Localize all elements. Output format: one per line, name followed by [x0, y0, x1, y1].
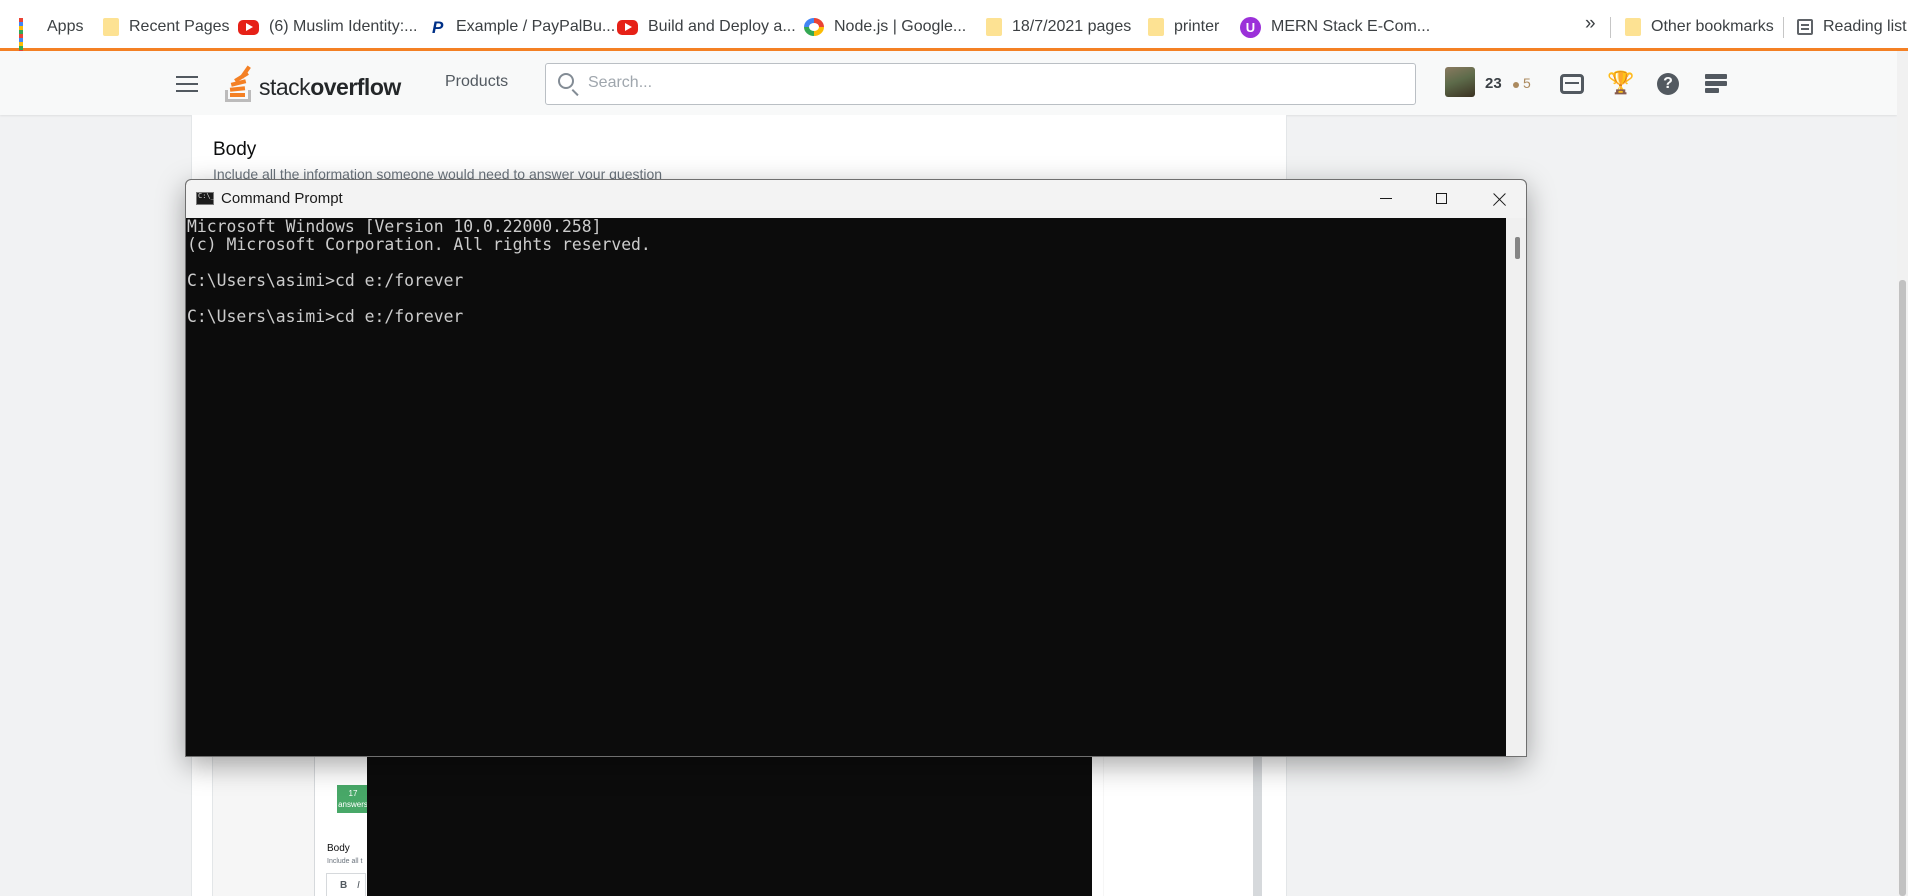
- console-line: C:\Users\asimi>cd e:/forever: [187, 271, 464, 290]
- user-avatar[interactable]: [1445, 67, 1475, 97]
- cmd-titlebar[interactable]: Command Prompt: [186, 180, 1526, 218]
- embedded-body-desc: Include all t: [327, 858, 363, 865]
- youtube-icon: [617, 19, 638, 35]
- apps-grid-icon: [19, 18, 37, 54]
- bookmark-recent-pages[interactable]: Recent Pages: [103, 15, 230, 39]
- bookmark-label: Example / PayPalBu...: [456, 18, 616, 35]
- bronze-badge-icon: [1513, 82, 1519, 88]
- bookmark-label: Apps: [47, 18, 84, 35]
- cmd-console-output[interactable]: Microsoft Windows [Version 10.0.22000.25…: [186, 217, 1506, 756]
- bookmark-mern-stack[interactable]: U MERN Stack E-Com...: [1240, 15, 1430, 39]
- bookmark-nodejs-google[interactable]: Node.js | Google...: [804, 15, 966, 39]
- cmd-app-icon[interactable]: [196, 192, 215, 205]
- stackoverflow-logo[interactable]: stackoverflow: [224, 62, 401, 102]
- search-input[interactable]: [586, 73, 1390, 93]
- minimize-icon: [1380, 198, 1392, 199]
- bookmark-build-deploy[interactable]: Build and Deploy a...: [617, 15, 796, 39]
- embedded-console-image: [367, 756, 1092, 896]
- bookmark-label: printer: [1174, 18, 1220, 35]
- bookmark-label: Recent Pages: [129, 18, 230, 35]
- bookmark-label: Node.js | Google...: [834, 18, 967, 35]
- logo-wordmark: stackoverflow: [259, 72, 401, 102]
- help-icon[interactable]: ?: [1657, 73, 1679, 95]
- bookmark-label: MERN Stack E-Com...: [1271, 18, 1431, 35]
- cmd-window-title: Command Prompt: [221, 190, 343, 207]
- site-header: stackoverflow Products 23 5 🏆 ?: [0, 51, 1897, 115]
- bookmarks-bar: Apps Recent Pages (6) Muslim Identity:..…: [0, 0, 1908, 54]
- bookmark-label: Build and Deploy a...: [648, 18, 796, 35]
- embedded-answers-label: answers: [338, 800, 368, 809]
- embedded-scrollbar: [1253, 756, 1262, 896]
- udemy-icon: U: [1240, 16, 1261, 38]
- close-button[interactable]: [1471, 180, 1526, 218]
- bookmark-muslim-identity[interactable]: (6) Muslim Identity:...: [238, 15, 417, 39]
- products-nav-link[interactable]: Products: [445, 73, 508, 91]
- body-section-title: Body: [213, 139, 257, 160]
- bookmark-label: (6) Muslim Identity:...: [269, 18, 418, 35]
- embedded-italic-icon: I: [357, 880, 360, 891]
- hamburger-menu-icon[interactable]: [176, 76, 198, 92]
- bookmark-apps[interactable]: Apps: [19, 15, 84, 54]
- more-bookmarks-button[interactable]: »: [1585, 13, 1596, 35]
- bookmark-divider: [1783, 17, 1784, 38]
- reputation-score: 23: [1485, 75, 1502, 92]
- bookmark-other-bookmarks[interactable]: Other bookmarks: [1625, 15, 1774, 39]
- bookmark-paypal[interactable]: P Example / PayPalBu...: [432, 15, 615, 39]
- bronze-badge-count: 5: [1523, 75, 1531, 91]
- embedded-editor-toolbar: B I: [326, 873, 366, 896]
- paypal-icon: P: [432, 17, 444, 37]
- stackoverflow-logo-icon: [224, 64, 256, 102]
- folder-icon: [103, 18, 119, 36]
- search-icon: [558, 73, 574, 89]
- reading-list-icon: [1797, 19, 1813, 35]
- youtube-icon: [238, 19, 259, 35]
- folder-icon: [986, 18, 1002, 36]
- bookmark-label: 18/7/2021 pages: [1012, 18, 1132, 35]
- console-line: (c) Microsoft Corporation. All rights re…: [187, 235, 651, 254]
- console-line: Microsoft Windows [Version 10.0.22000.25…: [187, 217, 602, 236]
- close-icon: [1491, 192, 1507, 206]
- maximize-button[interactable]: [1414, 180, 1470, 218]
- embedded-answers-count: 17: [348, 789, 358, 798]
- minimize-button[interactable]: [1358, 180, 1414, 218]
- folder-icon: [1148, 18, 1164, 36]
- google-cloud-icon: [804, 18, 824, 36]
- inbox-icon[interactable]: [1560, 74, 1584, 94]
- embedded-answers-badge: 17 answers: [337, 785, 369, 813]
- folder-icon: [1625, 18, 1641, 36]
- embedded-body-title: Body: [327, 843, 350, 854]
- search-box[interactable]: [545, 63, 1416, 105]
- bookmark-label: Other bookmarks: [1651, 18, 1774, 35]
- bookmark-18-7-2021-pages[interactable]: 18/7/2021 pages: [986, 15, 1131, 39]
- reading-list-label: Reading list: [1823, 18, 1907, 35]
- achievements-trophy-icon[interactable]: 🏆: [1607, 71, 1634, 95]
- logo-stack: stack: [259, 74, 311, 100]
- page-scrollbar-thumb[interactable]: [1899, 280, 1906, 896]
- cmd-scrollbar[interactable]: [1506, 218, 1526, 756]
- bookmark-divider: [1610, 17, 1611, 38]
- command-prompt-window[interactable]: Command Prompt Microsoft Windows [Versio…: [185, 179, 1527, 757]
- maximize-icon: [1436, 193, 1447, 204]
- bookmark-printer[interactable]: printer: [1148, 15, 1219, 39]
- logo-overflow: overflow: [310, 74, 401, 100]
- embedded-bold-icon: B: [340, 880, 348, 891]
- reading-list-button[interactable]: Reading list: [1797, 15, 1907, 39]
- site-switcher-icon[interactable]: [1705, 74, 1727, 94]
- console-prompt-line: C:\Users\asimi>cd e:/forever: [187, 307, 464, 326]
- cmd-scrollbar-thumb[interactable]: [1515, 237, 1520, 259]
